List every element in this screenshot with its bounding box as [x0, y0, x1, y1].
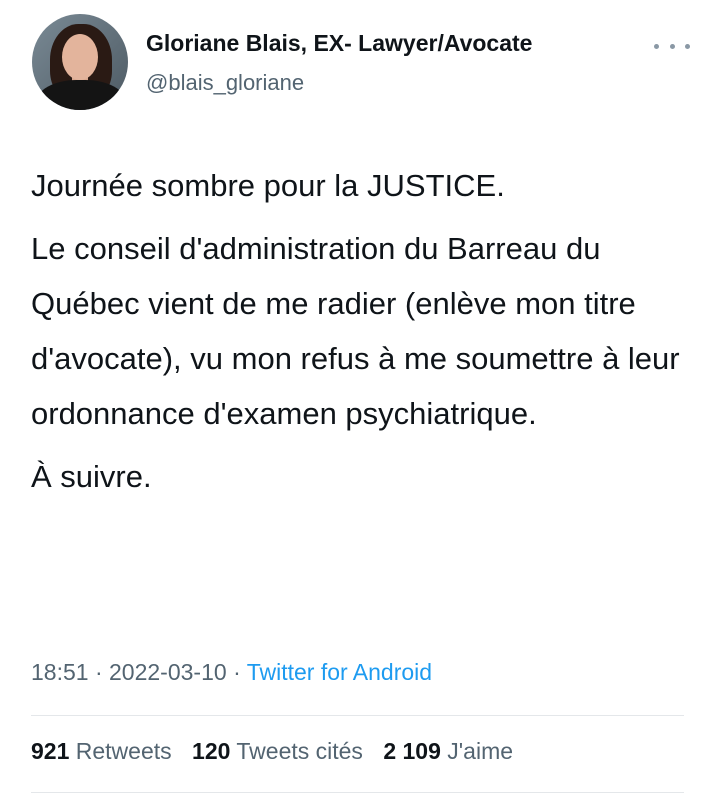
quotes-label: Tweets cités: [236, 738, 363, 764]
tweet-paragraph: Le conseil d'administration du Barreau d…: [31, 231, 680, 431]
divider: [31, 715, 684, 716]
dot: [669, 43, 675, 49]
more-options-icon[interactable]: [654, 36, 690, 56]
avatar-body: [36, 80, 126, 110]
meta-separator: ·: [233, 659, 241, 685]
tweet-stats: 921 Retweets 120 Tweets cités 2 109 J'ai…: [31, 738, 527, 765]
likes-stat[interactable]: 2 109 J'aime: [383, 738, 513, 764]
tweet-source-link[interactable]: Twitter for Android: [247, 659, 432, 685]
retweets-stat[interactable]: 921 Retweets: [31, 738, 172, 764]
quote-tweets-stat[interactable]: 120 Tweets cités: [192, 738, 363, 764]
likes-count: 2 109: [383, 738, 441, 764]
author-handle[interactable]: @blais_gloriane: [146, 70, 304, 96]
tweet-date[interactable]: 2022-03-10: [109, 659, 227, 685]
retweets-label: Retweets: [75, 738, 172, 764]
tweet-paragraph: Journée sombre pour la JUSTICE.: [31, 168, 505, 203]
retweets-count: 921: [31, 738, 70, 764]
divider: [31, 792, 684, 793]
tweet-text: Journée sombre pour la JUSTICE. Le conse…: [31, 158, 691, 512]
author-display-name[interactable]: Gloriane Blais, EX- Lawyer/Avocate: [146, 30, 532, 57]
meta-separator: ·: [94, 659, 103, 685]
likes-label: J'aime: [447, 738, 514, 764]
tweet-time[interactable]: 18:51: [31, 659, 89, 685]
avatar-face: [62, 34, 98, 80]
dot: [685, 43, 690, 49]
avatar[interactable]: [32, 14, 128, 110]
dot: [654, 43, 659, 49]
quotes-count: 120: [192, 738, 231, 764]
tweet-header: Gloriane Blais, EX- Lawyer/Avocate @blai…: [32, 14, 692, 114]
tweet-paragraph: À suivre.: [31, 459, 152, 494]
tweet-meta: 18:51 · 2022-03-10 · Twitter for Android: [31, 659, 432, 686]
